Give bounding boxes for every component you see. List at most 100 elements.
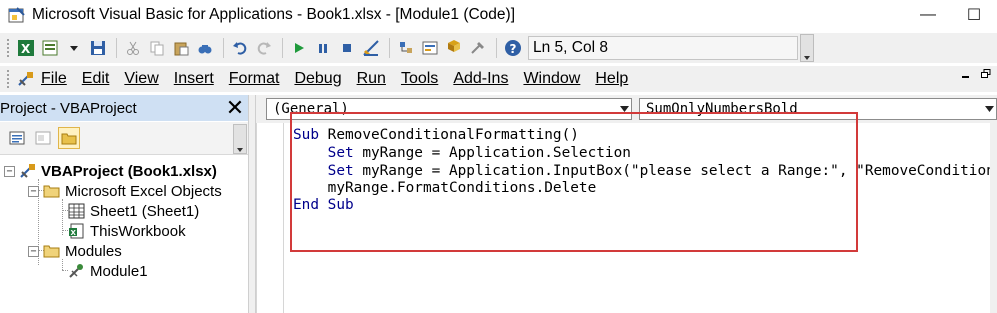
run-icon[interactable] bbox=[288, 37, 310, 59]
menu-help-label: Help bbox=[595, 70, 629, 87]
menu-insert[interactable]: Insert bbox=[174, 70, 214, 88]
reset-icon[interactable] bbox=[336, 37, 358, 59]
project-close-button[interactable]: ✕ bbox=[224, 95, 246, 120]
tree-node-sheet1[interactable]: Sheet1 (Sheet1) bbox=[68, 201, 199, 221]
break-icon[interactable] bbox=[312, 37, 334, 59]
menu-window-label: Window bbox=[523, 70, 581, 87]
code-text: myRange.FormatConditions.Delete bbox=[293, 180, 597, 196]
pane-splitter[interactable] bbox=[248, 95, 256, 313]
paste-icon[interactable] bbox=[170, 37, 192, 59]
menu-file-label: File bbox=[41, 70, 67, 87]
code-window-header: (General) SumOnlyNumbersBold bbox=[256, 95, 997, 123]
svg-text:X: X bbox=[71, 229, 77, 237]
design-mode-icon[interactable] bbox=[360, 37, 382, 59]
project-explorer-toolbar bbox=[0, 122, 248, 154]
code-text: myRange = Application.InputBox("please s… bbox=[362, 163, 997, 179]
code-line-4: myRange.FormatConditions.Delete bbox=[293, 180, 597, 196]
toggle-folders-icon[interactable] bbox=[58, 127, 80, 149]
tree-label-vbaproject: VBAProject (Book1.xlsx) bbox=[41, 162, 217, 180]
menu-window[interactable]: Window bbox=[523, 70, 580, 88]
project-explorer-header: Project - VBAProject bbox=[0, 95, 248, 121]
view-code-icon[interactable] bbox=[6, 127, 28, 149]
vba-app-icon bbox=[8, 6, 26, 24]
tree-node-modules[interactable]: − Modules bbox=[28, 241, 122, 261]
toolbar-separator bbox=[223, 38, 224, 58]
vbaproject-icon bbox=[19, 163, 37, 179]
procedure-dropdown[interactable]: SumOnlyNumbersBold bbox=[639, 98, 997, 120]
tree-node-thisworkbook[interactable]: X ThisWorkbook bbox=[68, 221, 186, 241]
menu-tools[interactable]: Tools bbox=[401, 70, 438, 88]
maximize-button[interactable]: ☐ bbox=[951, 0, 997, 30]
menu-format[interactable]: Format bbox=[229, 70, 280, 88]
project-toolbar-scroll[interactable] bbox=[233, 124, 247, 154]
code-text: End Sub bbox=[293, 197, 354, 213]
menu-view-label: View bbox=[124, 70, 159, 87]
code-line-1: Sub RemoveConditionalFormatting() bbox=[293, 127, 579, 143]
code-text: RemoveConditionalFormatting() bbox=[319, 127, 579, 143]
expander-collapse-icon[interactable]: − bbox=[28, 245, 39, 257]
toolbar-grip[interactable] bbox=[6, 38, 10, 58]
minimize-button[interactable]: — bbox=[905, 0, 951, 30]
menu-help[interactable]: Help bbox=[595, 70, 628, 88]
insert-module-icon[interactable] bbox=[39, 37, 61, 59]
standard-toolbar: X ? Ln 5, Col 8 bbox=[0, 33, 997, 63]
tree-node-excel-objects[interactable]: − Microsoft Excel Objects bbox=[28, 181, 222, 201]
chevron-down-icon bbox=[620, 105, 629, 115]
view-object-icon[interactable] bbox=[32, 127, 54, 149]
cut-icon[interactable] bbox=[122, 37, 144, 59]
svg-text:X: X bbox=[21, 42, 31, 56]
menu-run-label: Run bbox=[356, 70, 386, 87]
mdi-restore-icon[interactable] bbox=[981, 69, 991, 82]
keyword: Sub bbox=[293, 127, 319, 143]
save-icon[interactable] bbox=[87, 37, 109, 59]
menu-view[interactable]: View bbox=[124, 70, 158, 88]
help-icon[interactable]: ? bbox=[502, 37, 524, 59]
tree-node-module1[interactable]: Module1 bbox=[68, 261, 148, 281]
code-line-3: Set myRange = Application.InputBox("plea… bbox=[293, 163, 997, 179]
code-editor[interactable]: Sub RemoveConditionalFormatting() Set my… bbox=[284, 123, 997, 313]
tree-label-thisworkbook: ThisWorkbook bbox=[90, 222, 186, 240]
dropdown-arrow-icon[interactable] bbox=[63, 37, 85, 59]
keyword: Set bbox=[293, 163, 354, 179]
mdi-minimize-icon[interactable] bbox=[961, 69, 971, 82]
procedure-dropdown-value: SumOnlyNumbersBold bbox=[646, 101, 798, 117]
object-dropdown-value: (General) bbox=[273, 101, 349, 117]
menu-addins[interactable]: Add-Ins bbox=[453, 70, 508, 88]
excel-icon[interactable]: X bbox=[15, 37, 37, 59]
toolbox-icon[interactable] bbox=[467, 37, 489, 59]
menu-tools-label: Tools bbox=[400, 70, 439, 87]
project-tree: − VBAProject (Book1.xlsx) − Microsoft Ex… bbox=[0, 154, 248, 313]
svg-text:?: ? bbox=[510, 42, 517, 56]
menu-run[interactable]: Run bbox=[357, 70, 386, 88]
menu-debug[interactable]: Debug bbox=[294, 70, 341, 88]
tree-node-vbaproject[interactable]: − VBAProject (Book1.xlsx) bbox=[4, 161, 217, 181]
menu-edit[interactable]: Edit bbox=[82, 70, 110, 88]
expander-collapse-icon[interactable]: − bbox=[28, 185, 39, 197]
worksheet-icon bbox=[68, 203, 86, 219]
tree-label-modules: Modules bbox=[65, 242, 122, 260]
redo-icon[interactable] bbox=[253, 37, 275, 59]
object-dropdown[interactable]: (General) bbox=[266, 98, 632, 120]
module-icon bbox=[68, 263, 86, 279]
folder-icon bbox=[43, 183, 61, 199]
properties-icon[interactable] bbox=[419, 37, 441, 59]
toolbar-separator bbox=[116, 38, 117, 58]
code-margin[interactable] bbox=[256, 123, 284, 313]
project-explorer-icon[interactable] bbox=[395, 37, 417, 59]
menu-format-label: Format bbox=[228, 70, 280, 87]
copy-icon[interactable] bbox=[146, 37, 168, 59]
keyword: Set bbox=[293, 145, 354, 161]
code-text: myRange = Application.Selection bbox=[353, 145, 631, 161]
expander-collapse-icon[interactable]: − bbox=[4, 165, 15, 177]
tree-label-excel-objects: Microsoft Excel Objects bbox=[65, 182, 222, 200]
toolbar-options-button[interactable] bbox=[800, 34, 814, 62]
code-vertical-scrollbar[interactable] bbox=[990, 123, 997, 313]
find-icon[interactable] bbox=[194, 37, 216, 59]
window-title: Microsoft Visual Basic for Applications … bbox=[32, 6, 515, 23]
object-browser-icon[interactable] bbox=[443, 37, 465, 59]
menu-grip[interactable] bbox=[6, 69, 10, 89]
menu-file[interactable]: File bbox=[41, 70, 67, 88]
toolbar-separator bbox=[389, 38, 390, 58]
menu-debug-label: Debug bbox=[294, 70, 342, 87]
undo-icon[interactable] bbox=[229, 37, 251, 59]
